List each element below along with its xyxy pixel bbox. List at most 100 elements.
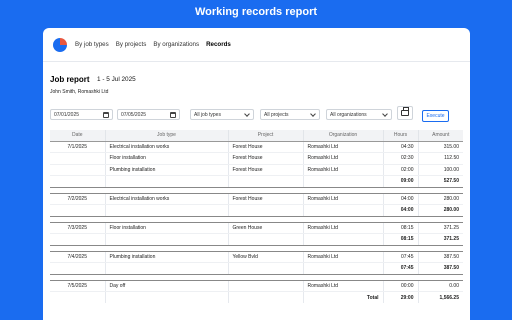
cell-date: 7/5/2025 (50, 280, 106, 292)
cell-hours: 00:00 (383, 280, 419, 292)
col-header-hours[interactable]: Hours (383, 130, 419, 142)
cell-job-type: Floor installation (105, 222, 229, 234)
app-logo-icon (53, 37, 67, 52)
col-header-project[interactable]: Project (228, 130, 304, 142)
report-card: By job types By projects By organization… (43, 28, 470, 320)
cell-amount: 371.25 (418, 222, 463, 234)
cell-project: Forest House (228, 193, 304, 205)
subtotal-row: 07:45 387.50 (50, 262, 463, 275)
cell-date: 7/1/2025 (50, 141, 106, 153)
banner: Working records report (0, 0, 512, 24)
cell-organization: Romashki Ltd (303, 152, 384, 165)
grand-total-label: Total (303, 291, 384, 303)
grand-total-amount: 1,566.25 (439, 294, 459, 301)
col-header-job-type[interactable]: Job type (105, 130, 229, 142)
subtotal-row: 08:15 371.25 (50, 233, 463, 246)
nav-link-by-job-types[interactable]: By job types (75, 41, 109, 48)
calendar-icon[interactable] (103, 112, 109, 118)
cell-organization: Romashki Ltd (303, 164, 384, 176)
job-types-value: All job types (194, 111, 221, 118)
cell-amount: 315.00 (418, 141, 463, 153)
cell-job-type: Electrical installation works (105, 141, 229, 153)
col-header-organization[interactable]: Organization (303, 130, 384, 142)
grand-total-row: Total 29:00 1,566.25 (50, 291, 463, 303)
table-row: Floor installation Forest House Romashki… (50, 152, 463, 165)
table-row: 7/4/2025 Plumbing installation Yellow Bv… (50, 251, 463, 263)
report-title: Job report (50, 75, 90, 84)
cell-organization: Romashki Ltd (303, 141, 384, 153)
subtotal-row: 09:00 527.50 (50, 175, 463, 188)
banner-title: Working records report (194, 6, 318, 18)
report-table: Date Job type Project Organization Hours… (50, 130, 463, 303)
subtotal-hours: 07:45 (383, 262, 419, 275)
cell-hours: 04:00 (383, 193, 419, 205)
cell-hours: 07:45 (383, 251, 419, 263)
cell-project: Forest House (228, 164, 304, 176)
cell-date: 7/4/2025 (50, 251, 106, 263)
cell-amount: 112.50 (418, 152, 463, 165)
cell-organization: Romashki Ltd (303, 251, 384, 263)
cell-job-type: Floor installation (105, 152, 229, 165)
report-user: John Smith, Romashki Ltd (50, 89, 109, 95)
cell-project: Forest House (228, 141, 304, 153)
execute-button[interactable]: Execute (422, 110, 449, 122)
report-range: 1 - 5 Jul 2025 (97, 76, 136, 83)
chevron-down-icon (382, 111, 388, 117)
print-button[interactable] (397, 106, 413, 120)
cell-hours: 08:15 (383, 222, 419, 234)
cell-organization: Romashki Ltd (303, 222, 384, 234)
cell-organization: Romashki Ltd (303, 280, 384, 292)
cell-hours: 02:30 (383, 152, 419, 165)
subtotal-amount: 371.25 (418, 233, 463, 246)
subtotal-hours: 09:00 (383, 175, 419, 188)
cell-hours: 02:00 (383, 164, 419, 176)
grand-total-hours: 29:00 (383, 291, 419, 303)
cell-amount: 280.00 (418, 193, 463, 205)
cell-amount: 100.00 (418, 164, 463, 176)
calendar-icon[interactable] (170, 112, 176, 118)
filter-bar: 07/01/2025 07/05/2025 All job types All … (50, 106, 463, 122)
subtotal-amount: 387.50 (418, 262, 463, 275)
cell-job-type: Electrical installation works (105, 193, 229, 205)
cell-hours: 04:30 (383, 141, 419, 153)
cell-project: Forest House (228, 152, 304, 165)
cell-amount: 0.00 (418, 280, 463, 292)
organizations-value: All organizations (330, 111, 367, 118)
col-header-amount[interactable]: Amount (418, 130, 463, 142)
cell-job-type: Plumbing installation (105, 251, 229, 263)
nav-link-records[interactable]: Records (206, 41, 231, 48)
subtotal-row: 04:00 280.00 (50, 204, 463, 217)
subtotal-amount: 280.00 (418, 204, 463, 217)
table-row: 7/5/2025 Day off Romashki Ltd 00:00 0.00 (50, 280, 463, 292)
table-row: Plumbing installation Forest House Romas… (50, 164, 463, 176)
table-row: 7/1/2025 Electrical installation works F… (50, 141, 463, 153)
subtotal-amount: 527.50 (418, 175, 463, 188)
date-to-value: 07/05/2025 (121, 111, 147, 118)
chevron-down-icon (244, 111, 250, 117)
table-row: 7/3/2025 Floor installation Green House … (50, 222, 463, 234)
top-nav: By job types By projects By organization… (43, 28, 470, 62)
subtotal-hours: 04:00 (383, 204, 419, 217)
cell-date: 7/3/2025 (50, 222, 106, 234)
cell-project: Green House (228, 222, 304, 234)
cell-job-type: Plumbing installation (105, 164, 229, 176)
cell-amount: 387.50 (418, 251, 463, 263)
printer-icon (401, 107, 409, 116)
cell-date: 7/2/2025 (50, 193, 106, 205)
job-types-select[interactable]: All job types (190, 109, 254, 120)
date-from-value: 07/01/2025 (54, 111, 80, 118)
nav-link-by-organizations[interactable]: By organizations (153, 41, 199, 48)
organizations-select[interactable]: All organizations (326, 109, 392, 120)
cell-organization: Romashki Ltd (303, 193, 384, 205)
date-to-input[interactable]: 07/05/2025 (117, 109, 180, 120)
cell-project: Yellow Bvld (228, 251, 304, 263)
projects-value: All projects (264, 111, 289, 118)
table-row: 7/2/2025 Electrical installation works F… (50, 193, 463, 205)
chevron-down-icon (310, 111, 316, 117)
cell-project (228, 280, 304, 292)
subtotal-hours: 08:15 (383, 233, 419, 246)
projects-select[interactable]: All projects (260, 109, 320, 120)
col-header-date[interactable]: Date (50, 130, 106, 142)
nav-link-by-projects[interactable]: By projects (116, 41, 147, 48)
date-from-input[interactable]: 07/01/2025 (50, 109, 113, 120)
